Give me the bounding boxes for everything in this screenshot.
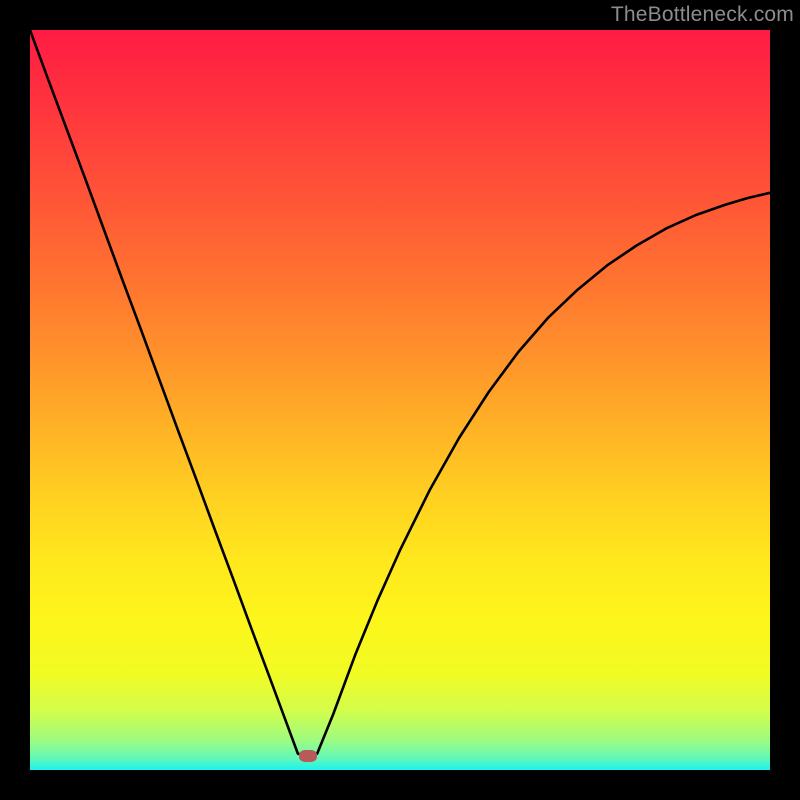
chart-frame: TheBottleneck.com [0,0,800,800]
watermark-text: TheBottleneck.com [611,3,794,27]
plot-area [30,30,770,770]
background-gradient [30,30,770,770]
